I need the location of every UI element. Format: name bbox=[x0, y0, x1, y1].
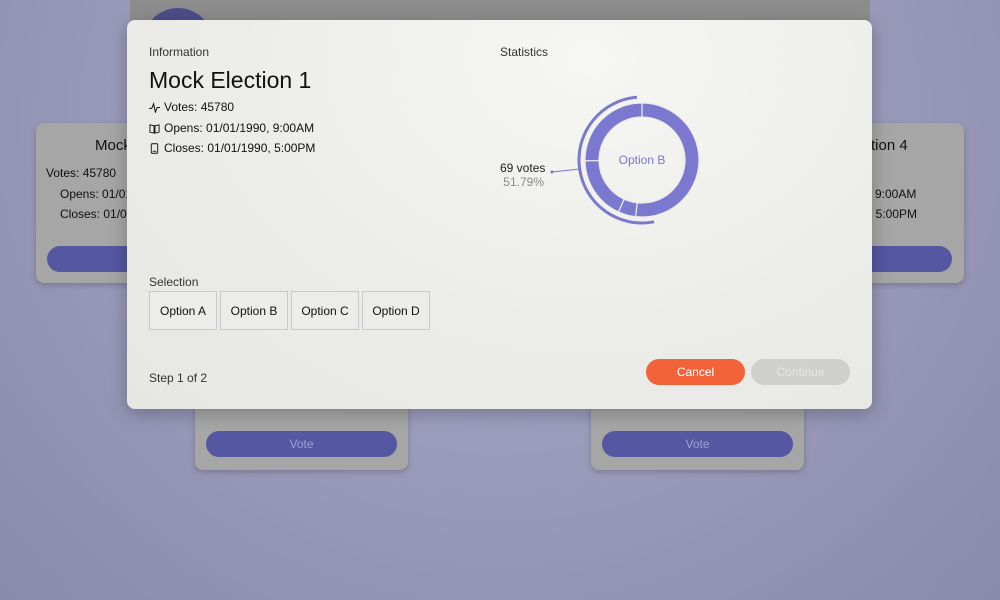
election-card-opens: Opens: 01/01/ bbox=[60, 187, 136, 201]
statistics-donut-chart: Option B 69 votes 51.79% bbox=[500, 95, 700, 225]
option-d-button[interactable]: Option D bbox=[362, 291, 430, 330]
chart-callout-dot bbox=[550, 170, 554, 174]
election-card: Vote bbox=[195, 400, 408, 470]
chart-callout-line bbox=[551, 168, 581, 173]
election-card-title: tion 4 bbox=[871, 137, 908, 154]
device-icon bbox=[150, 142, 159, 154]
vote-dialog: Information Mock Election 1 Votes: 45780… bbox=[127, 20, 872, 409]
chart-callout-percent: 51.79% bbox=[503, 175, 544, 189]
election-title: Mock Election 1 bbox=[149, 67, 312, 93]
election-card-closes: , 5:00PM bbox=[869, 207, 918, 221]
vote-button[interactable]: Vote bbox=[206, 431, 397, 457]
chart-callout-value: 69 votes bbox=[500, 161, 545, 175]
election-card-title: Mock bbox=[95, 137, 131, 154]
election-card: Vote bbox=[591, 400, 804, 470]
selection-heading: Selection bbox=[149, 275, 199, 289]
election-card-closes: Closes: 01/01 bbox=[60, 207, 134, 221]
chart-center-label: Option B bbox=[619, 153, 666, 167]
votes-line: Votes: 45780 bbox=[149, 100, 234, 114]
option-c-button[interactable]: Option C bbox=[291, 291, 359, 330]
votes-text: Votes: 45780 bbox=[164, 100, 235, 114]
statistics-heading: Statistics bbox=[500, 45, 549, 59]
vote-button[interactable]: Vote bbox=[602, 431, 793, 457]
opens-text: Opens: 01/01/1990, 9:00AM bbox=[164, 121, 315, 135]
opens-line: Opens: 01/01/1990, 9:00AM bbox=[149, 121, 314, 135]
chart-slice bbox=[584, 159, 626, 213]
information-heading: Information bbox=[149, 45, 210, 59]
cancel-button[interactable]: Cancel bbox=[646, 359, 745, 385]
option-b-button[interactable]: Option B bbox=[220, 291, 288, 330]
election-card-votes: Votes: 45780 bbox=[46, 166, 117, 180]
activity-icon bbox=[149, 101, 160, 113]
closes-text: Closes: 01/01/1990, 5:00PM bbox=[164, 141, 316, 155]
book-icon bbox=[149, 123, 160, 134]
option-group: Option A Option B Option C Option D bbox=[149, 291, 430, 330]
election-card-opens: 9:00AM bbox=[875, 187, 917, 201]
option-a-button[interactable]: Option A bbox=[149, 291, 217, 330]
continue-button[interactable]: Continue bbox=[751, 359, 850, 385]
closes-line: Closes: 01/01/1990, 5:00PM bbox=[149, 141, 315, 155]
step-indicator: Step 1 of 2 bbox=[149, 371, 208, 385]
